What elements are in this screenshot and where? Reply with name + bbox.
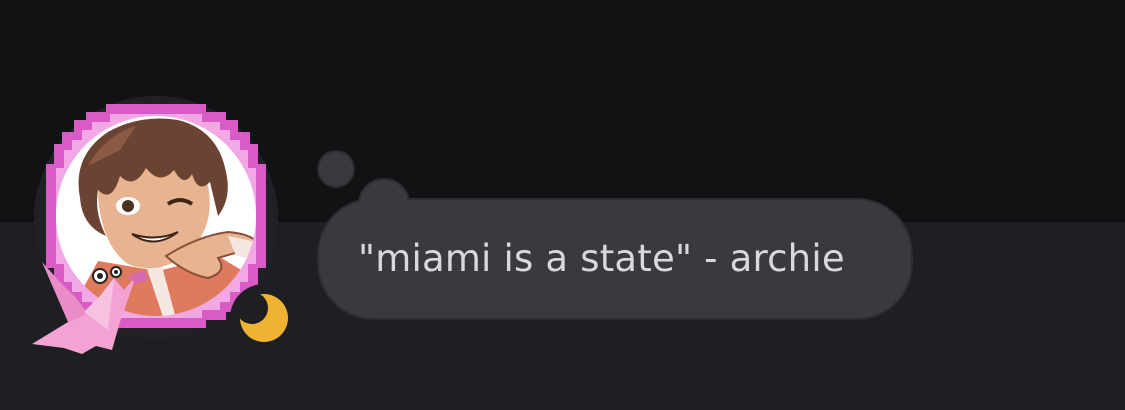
status-indicator (230, 284, 298, 352)
avatar[interactable] (28, 86, 304, 362)
anime-avatar-icon (32, 96, 298, 354)
thought-bubble-dot-small (317, 150, 355, 188)
custom-status-text: "miami is a state" - archie (358, 237, 845, 280)
thought-bubble-joint (361, 196, 407, 204)
